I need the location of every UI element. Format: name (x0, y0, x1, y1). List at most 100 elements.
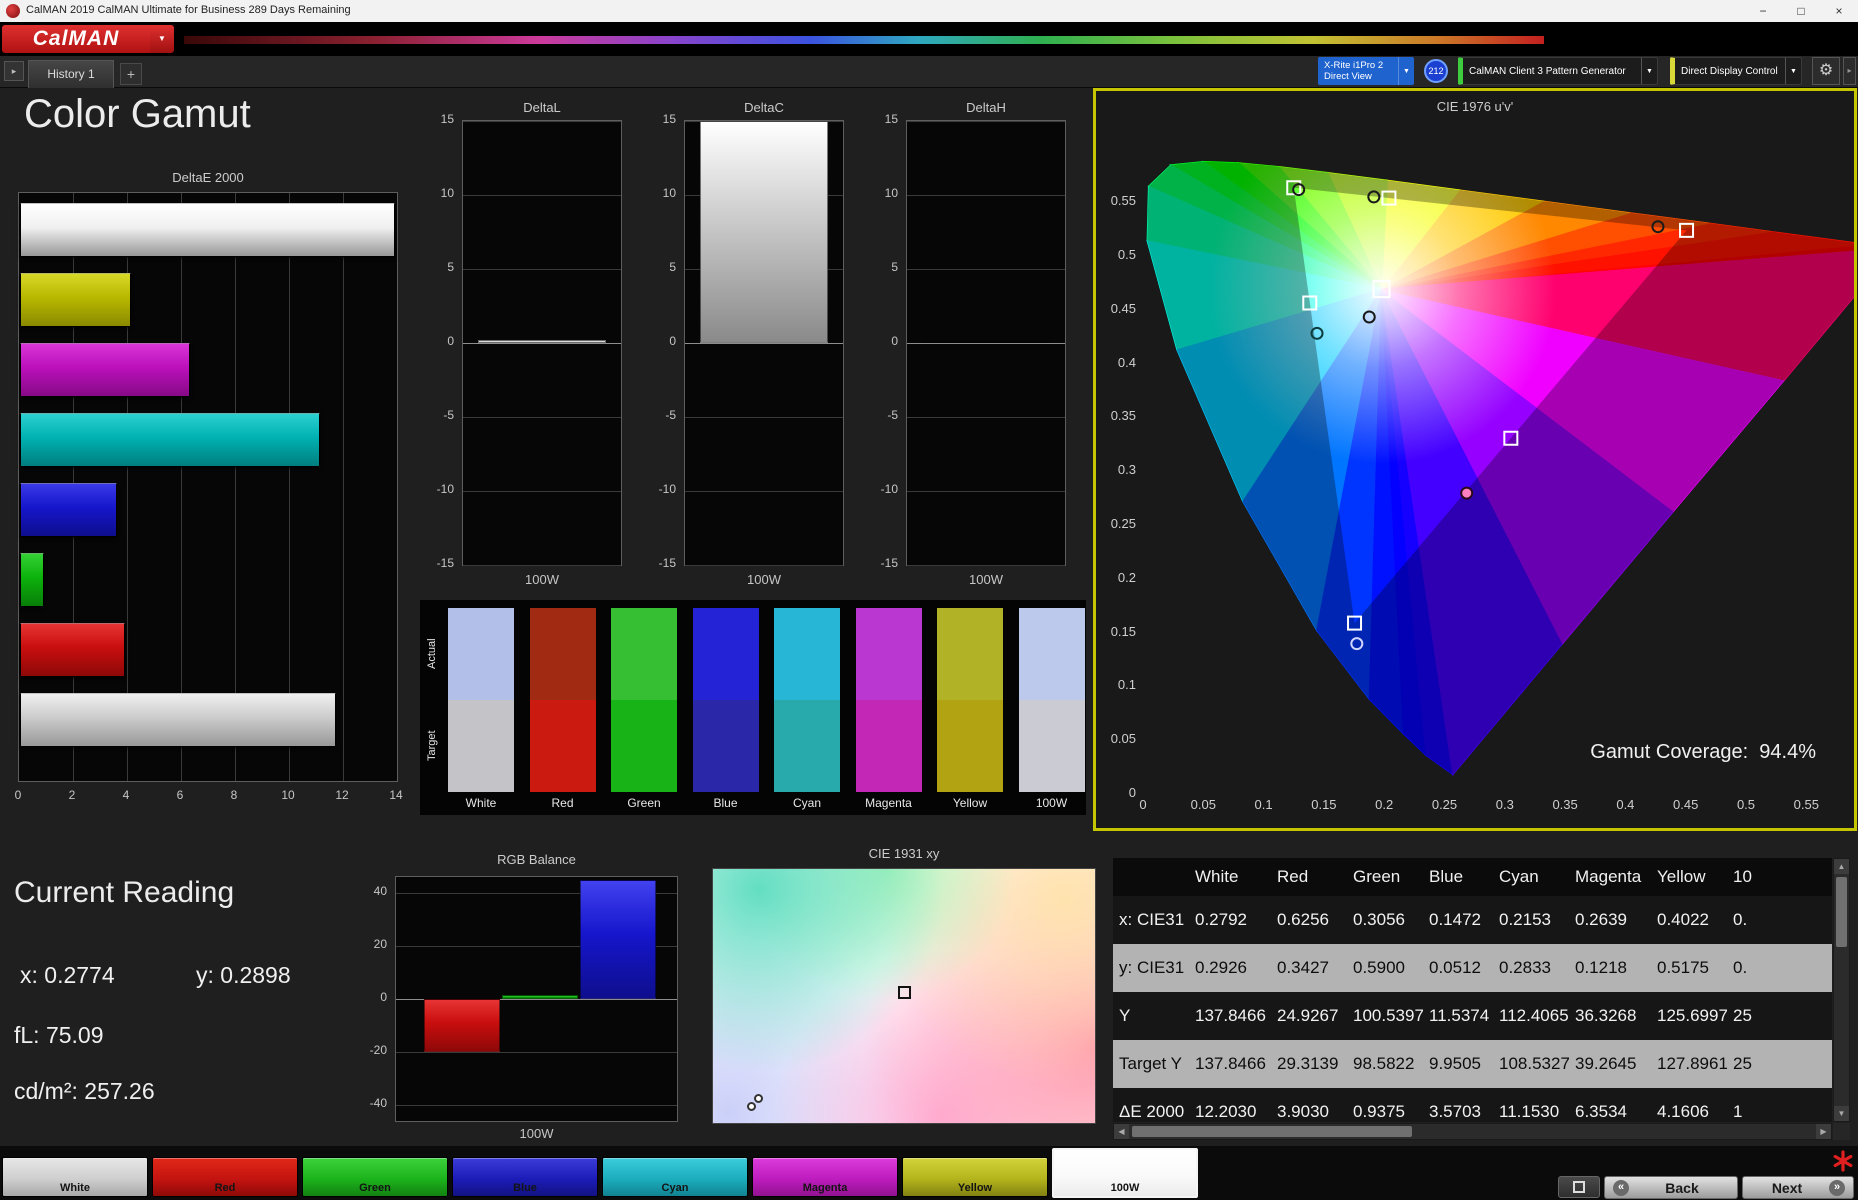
gridline (463, 121, 621, 122)
y-tick-label: 0.1 (1117, 677, 1136, 693)
brand-bar: CalMAN ▼ (0, 22, 1858, 56)
rgb-x-label: 100W (519, 1126, 554, 1141)
pattern-yellow[interactable]: Yellow (902, 1157, 1048, 1197)
table-cell: 11.5374 (1429, 1006, 1490, 1025)
add-tab-button[interactable]: + (120, 63, 142, 85)
swatch-label: 100W (1035, 796, 1068, 810)
display-control-dropdown[interactable]: Direct Display Control ▼ (1670, 57, 1802, 85)
deltaC-chart (684, 120, 844, 566)
y-tick-label: 10 (440, 186, 454, 200)
current-reading-title: Current Reading (14, 876, 235, 909)
y-tick-label: 0.35 (1110, 408, 1136, 424)
y-tick-label: -40 (369, 1096, 387, 1111)
gear-icon[interactable]: ⚙ (1812, 57, 1840, 85)
deltaE-bar-cyan (20, 413, 320, 467)
deltaC-x-label: 100W (747, 572, 781, 587)
gridline (463, 343, 621, 344)
table-row[interactable]: Target Y 137.8466 29.3139 98.5822 9.9505 108.… (1113, 1040, 1832, 1088)
table-horizontal-scrollbar[interactable]: ◀ ▶ (1113, 1123, 1832, 1140)
x-tick-label: 12 (335, 788, 349, 802)
deltaE-bar-green (20, 553, 45, 607)
y-tick-label: 0 (447, 334, 454, 348)
table-cell: 137.8466 (1195, 1006, 1266, 1025)
table-cell: 0.2926 (1195, 958, 1247, 977)
gridline (907, 417, 1065, 418)
x-tick-label: 0.3 (1495, 797, 1514, 812)
vertical-scroll-thumb[interactable] (1836, 877, 1847, 947)
pattern-label: Blue (513, 1182, 537, 1194)
tab-scroll-button[interactable]: ▸ (4, 61, 24, 81)
table-cell: 98.5822 (1353, 1054, 1415, 1073)
row-label: Y (1119, 1006, 1131, 1025)
pattern-magenta[interactable]: Magenta (752, 1157, 898, 1197)
table-cell: 4.1606 (1657, 1102, 1709, 1121)
maximize-button[interactable]: □ (1782, 0, 1820, 22)
gridline (396, 1052, 677, 1054)
meter-dropdown[interactable]: X-Rite i1Pro 2 Direct View ▼ (1318, 57, 1414, 85)
deltaE-bar-magenta (20, 343, 191, 397)
table-cell: 0.4022 (1657, 910, 1709, 929)
table-cell: 25 (1733, 1054, 1752, 1073)
swatch-label: Cyan (792, 796, 821, 810)
swatch-actual-Red (529, 608, 596, 700)
scroll-down-icon[interactable]: ▼ (1834, 1106, 1849, 1121)
table-row[interactable]: x: CIE31 0.2792 0.6256 0.3056 0.1472 0.2153 0.… (1113, 896, 1832, 944)
scroll-up-icon[interactable]: ▲ (1834, 859, 1849, 874)
measure-dot (747, 1102, 757, 1112)
deltaL-chart-title: DeltaL (523, 100, 561, 115)
y-tick-label: 10 (884, 186, 898, 200)
y-tick-label: -10 (880, 482, 898, 496)
table-row[interactable]: y: CIE31 0.2926 0.3427 0.5900 0.0512 0.2833 0.… (1113, 944, 1832, 992)
source-dropdown[interactable]: CalMAN Client 3 Pattern Generator ▼ (1458, 57, 1658, 85)
swatch-target-White (448, 700, 514, 792)
toolbar-expand-button[interactable]: ▸ (1843, 57, 1856, 85)
row-label: Target Y (1119, 1054, 1183, 1073)
calman-logo[interactable]: CalMAN (2, 25, 150, 53)
measure-dot (753, 1094, 763, 1104)
y-tick-label: 15 (662, 112, 676, 126)
pattern-green[interactable]: Green (302, 1157, 448, 1197)
pattern-100w[interactable]: 100W (1052, 1148, 1198, 1198)
table-row[interactable]: ΔE 2000 12.2030 3.9030 0.9375 3.5703 11.1530 6… (1113, 1088, 1832, 1122)
chevron-down-icon: ▼ (1398, 57, 1414, 85)
pattern-cyan[interactable]: Cyan (602, 1157, 748, 1197)
back-button[interactable]: « Back (1604, 1176, 1738, 1199)
table-cell: 0.2153 (1499, 910, 1551, 929)
gridline (463, 417, 621, 418)
swatch-actual-Magenta (855, 608, 922, 700)
gridline (907, 565, 1065, 566)
pattern-window-button[interactable] (1558, 1176, 1600, 1198)
deltaH-chart (906, 120, 1066, 566)
y-tick-label: 0.2 (1117, 569, 1136, 585)
next-button[interactable]: Next » (1742, 1176, 1854, 1199)
tab-history-1[interactable]: History 1 (28, 60, 114, 88)
scroll-right-icon[interactable]: ▶ (1816, 1124, 1831, 1139)
minimize-button[interactable]: − (1744, 0, 1782, 22)
y-tick-label: 20 (373, 936, 387, 951)
x-tick-label: 0.45 (1673, 797, 1699, 812)
deltaH-chart-title: DeltaH (966, 100, 1006, 115)
pattern-bar: White Red Green Blue Cyan Magenta Yellow 100W (0, 1146, 1200, 1200)
main-menu-dropdown-icon[interactable]: ▼ (150, 25, 174, 53)
horizontal-scroll-thumb[interactable] (1132, 1126, 1412, 1137)
table-vertical-scrollbar[interactable]: ▲ ▼ (1833, 858, 1850, 1122)
close-button[interactable]: × (1820, 0, 1858, 22)
table-cell: 0.3427 (1277, 958, 1329, 977)
display-control-label: Direct Display Control (1681, 65, 1778, 77)
pattern-red[interactable]: Red (152, 1157, 298, 1197)
scroll-left-icon[interactable]: ◀ (1114, 1124, 1129, 1139)
x-tick-label: 0.05 (1190, 797, 1216, 812)
pattern-label: Cyan (661, 1182, 689, 1194)
reading-fl: fL: 75.09 (14, 1022, 104, 1048)
y-tick-label: -15 (658, 556, 676, 570)
x-tick-label: 0.25 (1431, 797, 1458, 812)
y-tick-label: 15 (440, 112, 454, 126)
gridline (907, 195, 1065, 196)
pattern-white[interactable]: White (2, 1157, 148, 1197)
pattern-blue[interactable]: Blue (452, 1157, 598, 1197)
swatch-label: White (465, 796, 497, 810)
table-row[interactable]: Y 137.8466 24.9267 100.5397 11.5374 112.4065 3… (1113, 992, 1832, 1040)
y-tick-label: -10 (436, 482, 454, 496)
x-tick-label: 0 (14, 788, 22, 802)
table-cell: 9.9505 (1429, 1054, 1481, 1073)
